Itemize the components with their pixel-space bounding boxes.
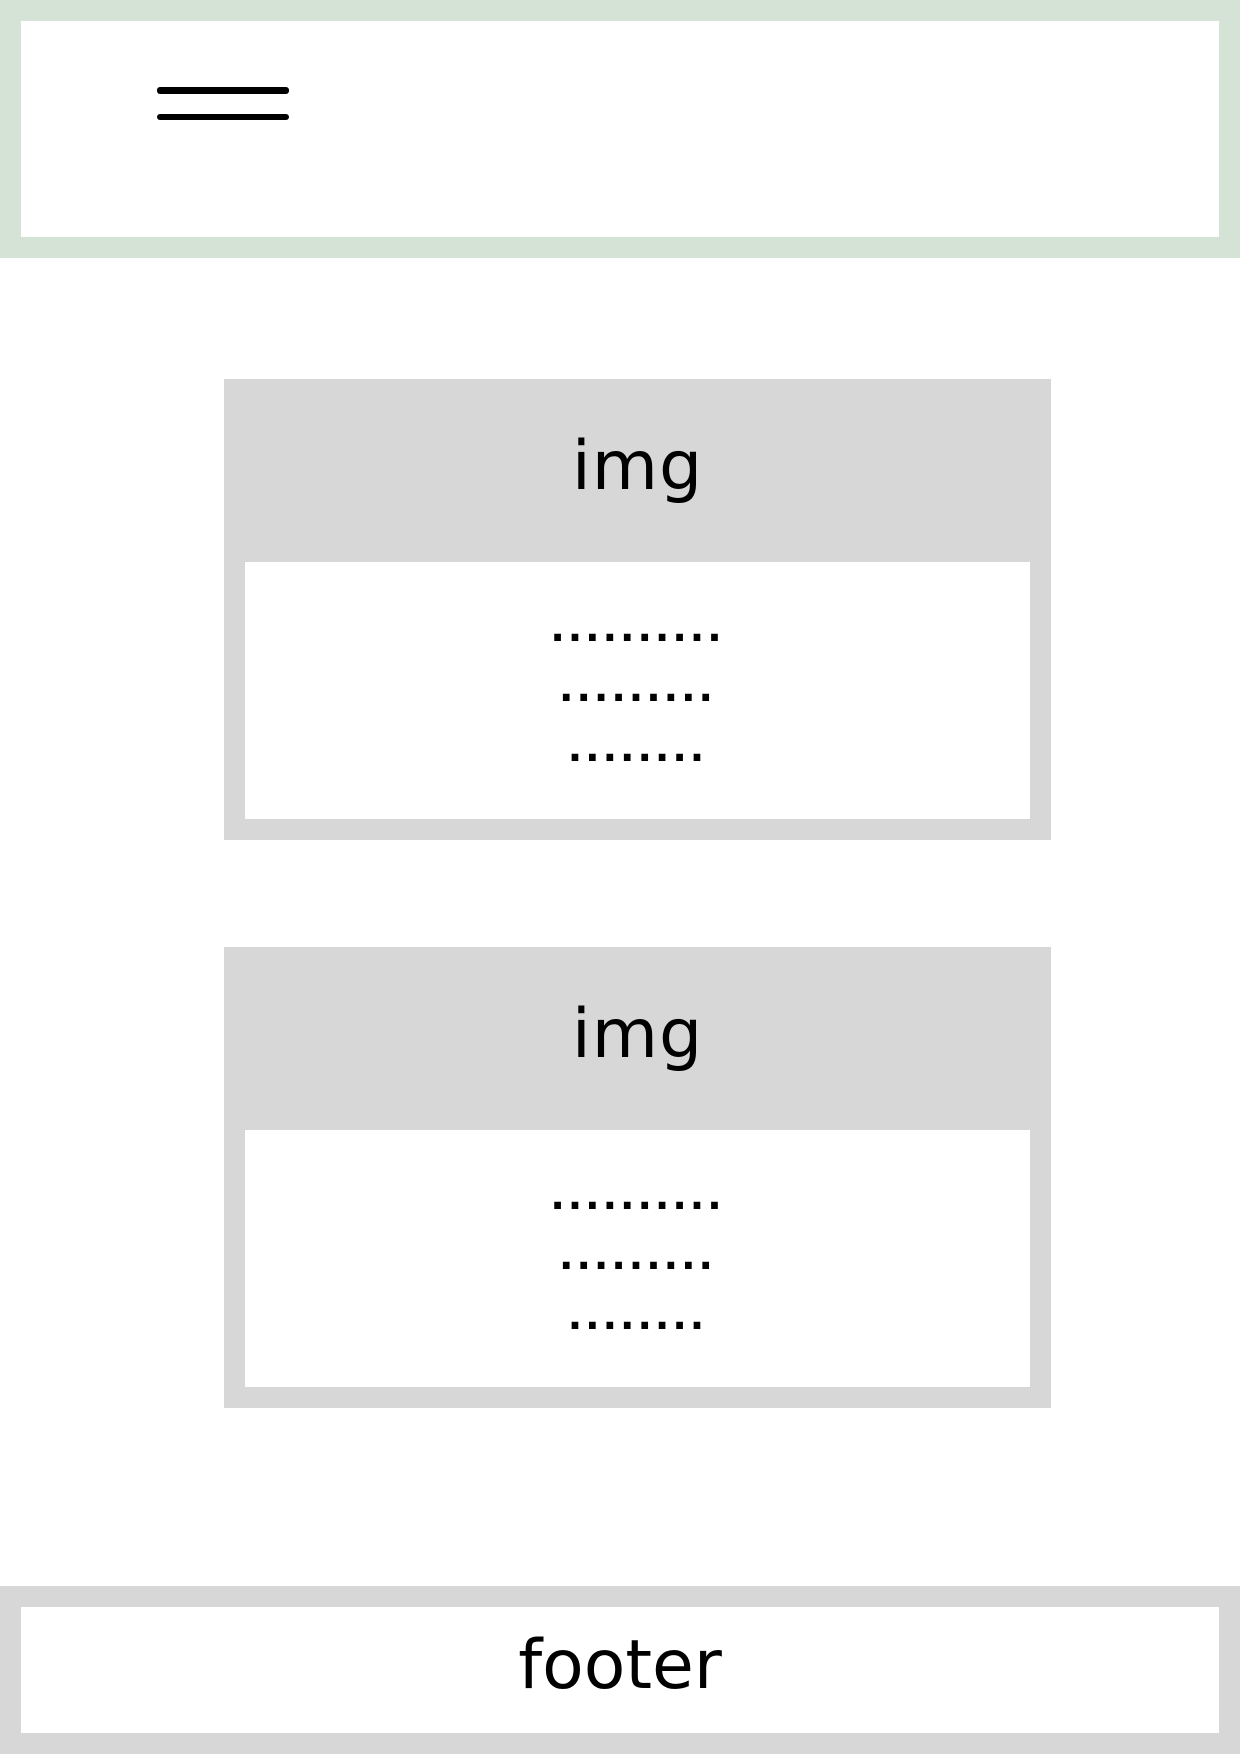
card-image-placeholder: img — [224, 947, 1051, 1130]
footer: footer — [0, 1586, 1240, 1754]
card-text-line: ........ — [567, 726, 708, 770]
card-text-line: ........ — [567, 1294, 708, 1338]
card-text-line: .......... — [550, 606, 725, 650]
card-image-placeholder: img — [224, 379, 1051, 562]
card-text-line: ......... — [559, 1234, 716, 1278]
hamburger-menu-icon[interactable] — [157, 65, 289, 129]
header — [0, 0, 1240, 258]
card[interactable]: img .......... ......... ........ — [224, 947, 1051, 1408]
card-text-line: ......... — [559, 666, 716, 710]
card-text-placeholder: .......... ......... ........ — [245, 1166, 1030, 1346]
card[interactable]: img .......... ......... ........ — [224, 379, 1051, 840]
card-text-placeholder: .......... ......... ........ — [245, 598, 1030, 778]
card-text-line: .......... — [550, 1174, 725, 1218]
card-body: .......... ......... ........ — [224, 1130, 1051, 1408]
footer-label: footer — [518, 1626, 722, 1705]
card-image-label: img — [571, 994, 704, 1074]
card-image-label: img — [571, 426, 704, 506]
card-body: .......... ......... ........ — [224, 562, 1051, 840]
